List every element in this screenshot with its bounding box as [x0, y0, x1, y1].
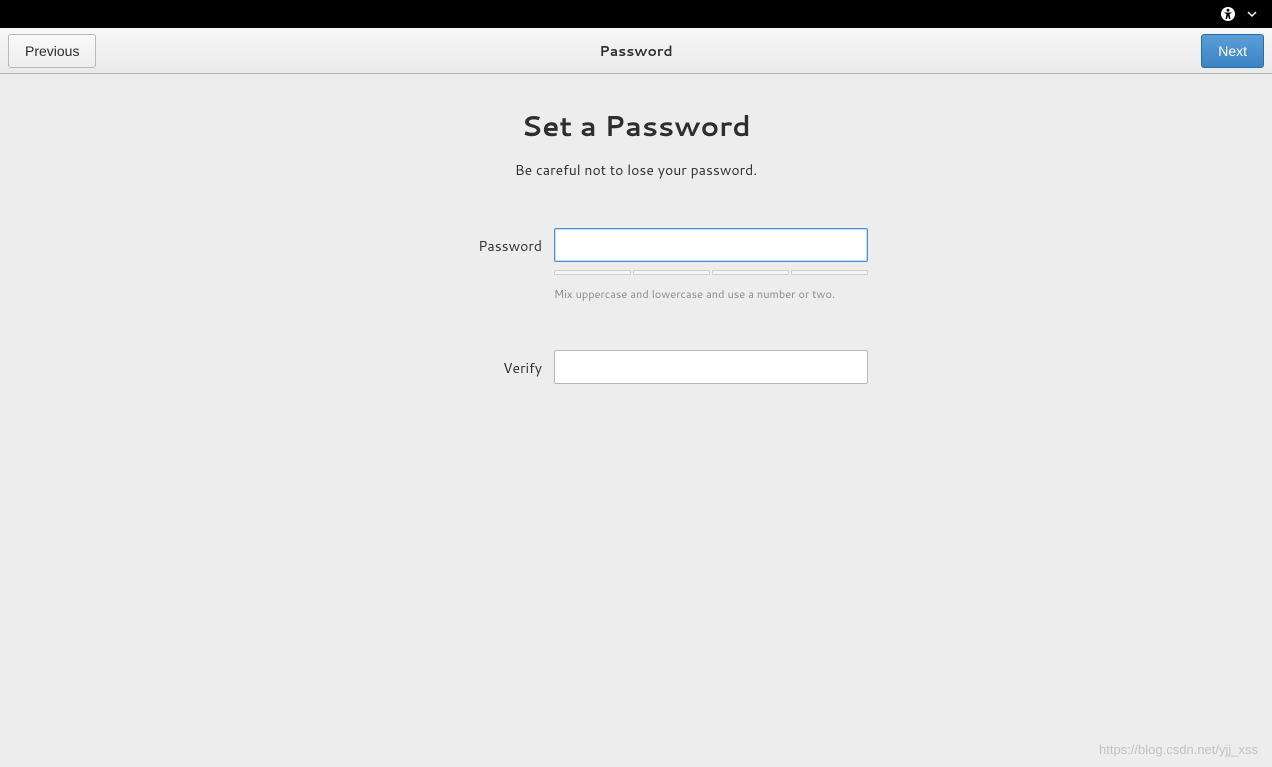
password-field-group: Mix uppercase and lowercase and use a nu…	[554, 228, 868, 332]
strength-segment	[633, 270, 710, 275]
chevron-down-icon[interactable]	[1244, 6, 1260, 22]
strength-segment	[712, 270, 789, 275]
password-input[interactable]	[554, 228, 868, 262]
header-title: Password	[599, 41, 672, 61]
watermark-text: https://blog.csdn.net/yjj_xss	[1099, 742, 1258, 757]
top-panel	[0, 0, 1272, 28]
previous-button[interactable]: Previous	[8, 34, 96, 68]
header-bar: Previous Password Next	[0, 28, 1272, 74]
page-title: Set a Password	[521, 106, 750, 146]
page-subtitle: Be careful not to lose your password.	[515, 160, 757, 180]
next-button[interactable]: Next	[1201, 34, 1264, 68]
password-label: Password	[404, 228, 554, 256]
accessibility-icon[interactable]	[1220, 6, 1236, 22]
verify-label: Verify	[404, 350, 554, 378]
password-strength-meter	[554, 270, 868, 276]
verify-row: Verify	[404, 350, 868, 384]
password-row: Password Mix uppercase and lowercase and…	[404, 228, 868, 332]
content-area: Set a Password Be careful not to lose yo…	[0, 74, 1272, 392]
strength-segment	[791, 270, 868, 275]
password-hint: Mix uppercase and lowercase and use a nu…	[554, 286, 868, 302]
verify-input[interactable]	[554, 350, 868, 384]
strength-segment	[554, 270, 631, 275]
verify-field-group	[554, 350, 868, 384]
